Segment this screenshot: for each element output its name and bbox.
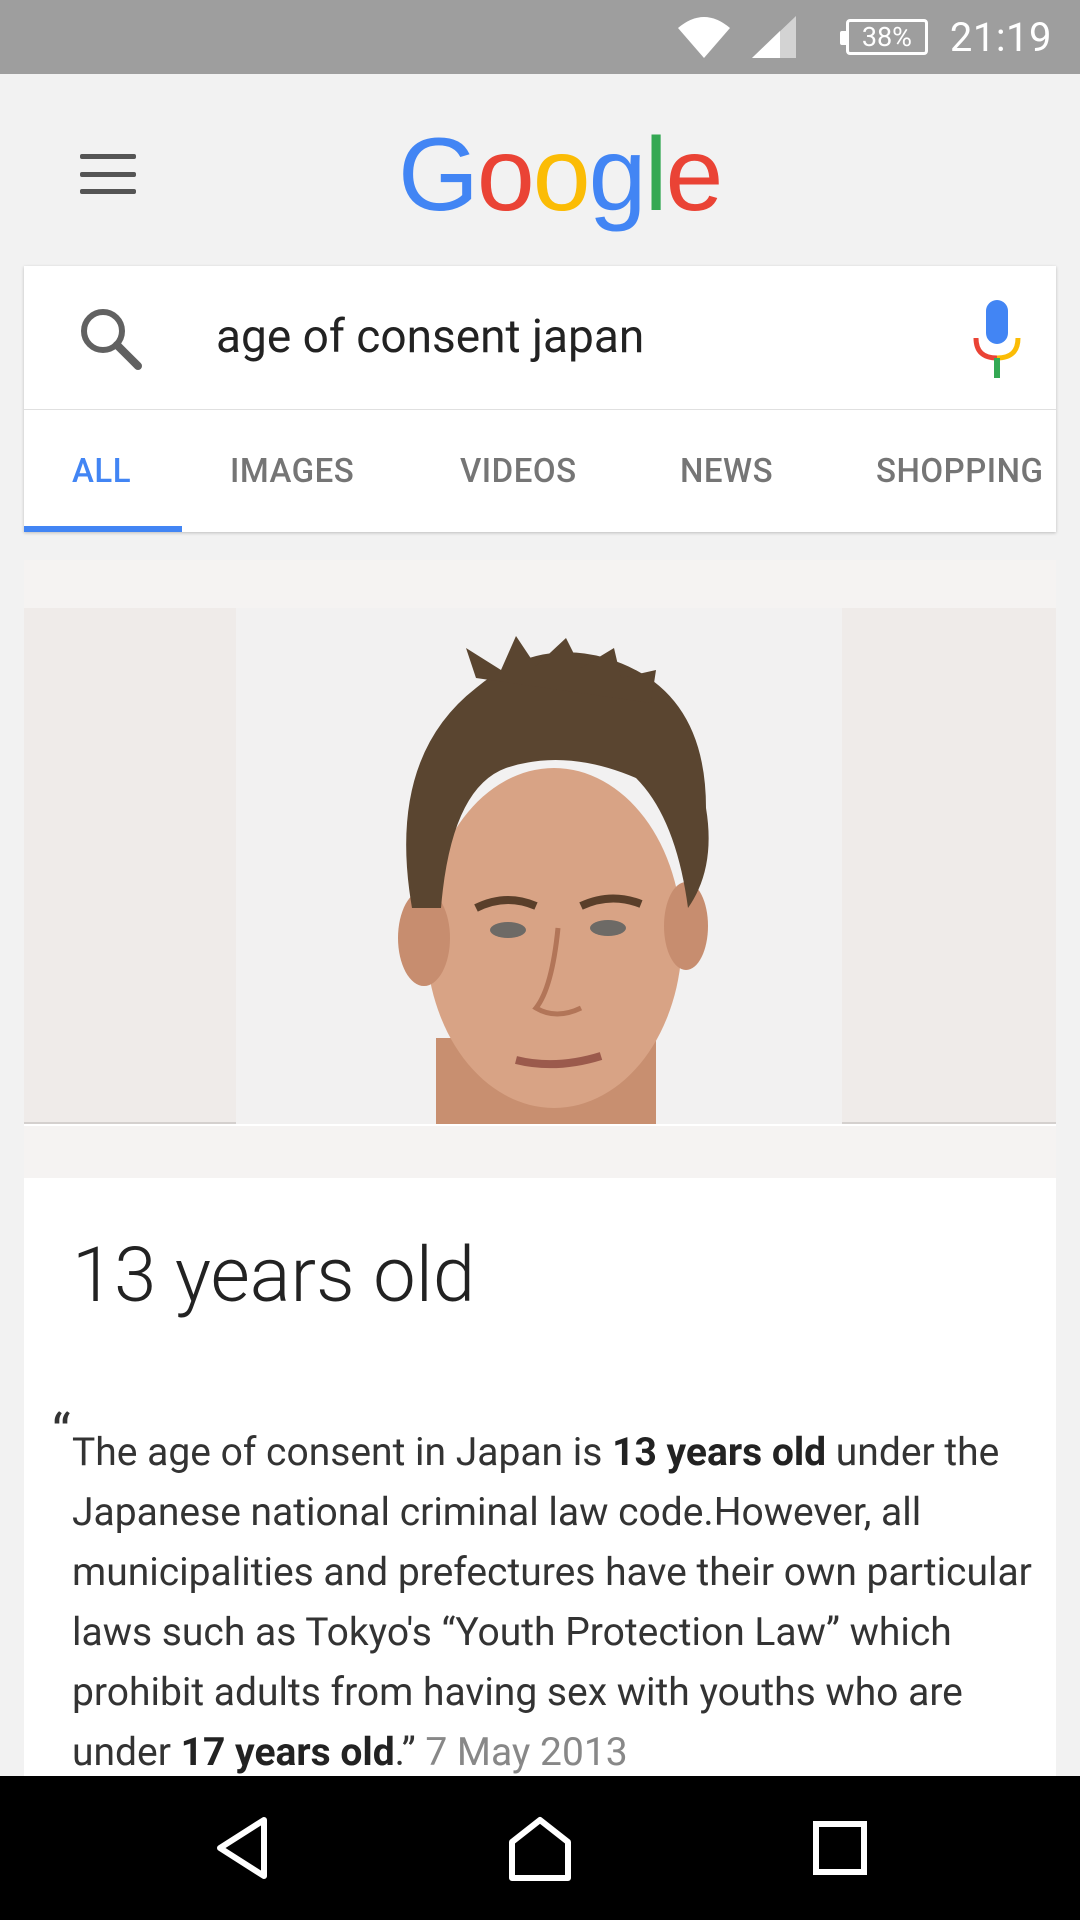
answer-heading: 13 years old (72, 1230, 476, 1320)
featured-snippet-card: 13 years old “ The age of consent in Jap… (24, 560, 1056, 1776)
google-logo: Google (398, 117, 723, 233)
recents-icon[interactable] (804, 1812, 876, 1884)
home-icon[interactable] (504, 1812, 576, 1884)
search-card: age of consent japan ALL IMAGES VIDEOS N… (24, 266, 1056, 532)
mic-icon[interactable] (962, 296, 1032, 384)
tab-all[interactable]: ALL (72, 410, 131, 532)
snippet-date: 7 May 2013 (425, 1729, 628, 1775)
active-tab-indicator (24, 526, 182, 532)
quote-close-icon: ” (401, 1729, 426, 1775)
image-band (24, 1126, 1056, 1178)
menu-icon[interactable] (72, 142, 144, 206)
person-photo[interactable] (236, 608, 842, 1124)
quote-open-icon: “ (52, 1403, 71, 1464)
snippet-text: The age of consent in Japan is 13 years … (72, 1429, 1032, 1775)
tab-news[interactable]: NEWS (680, 410, 773, 532)
app-header: Google (0, 74, 1080, 264)
tab-videos[interactable]: VIDEOS (460, 410, 577, 532)
result-image-container[interactable] (24, 608, 1056, 1124)
search-tabs: ALL IMAGES VIDEOS NEWS SHOPPING (24, 410, 1056, 532)
tab-shopping[interactable]: SHOPPING (876, 410, 1044, 532)
image-band (24, 560, 1056, 608)
battery-indicator: 38% (839, 19, 928, 55)
tab-images[interactable]: IMAGES (230, 410, 354, 532)
clock: 21:19 (949, 13, 1052, 61)
navigation-bar (0, 1776, 1080, 1920)
wifi-icon (676, 14, 732, 60)
search-input[interactable]: age of consent japan (216, 310, 644, 364)
back-icon[interactable] (206, 1812, 278, 1884)
search-bar[interactable]: age of consent japan (24, 266, 1056, 410)
signal-icon (750, 14, 798, 60)
status-bar: 38% 21:19 (0, 0, 1080, 74)
search-icon[interactable] (76, 304, 146, 374)
